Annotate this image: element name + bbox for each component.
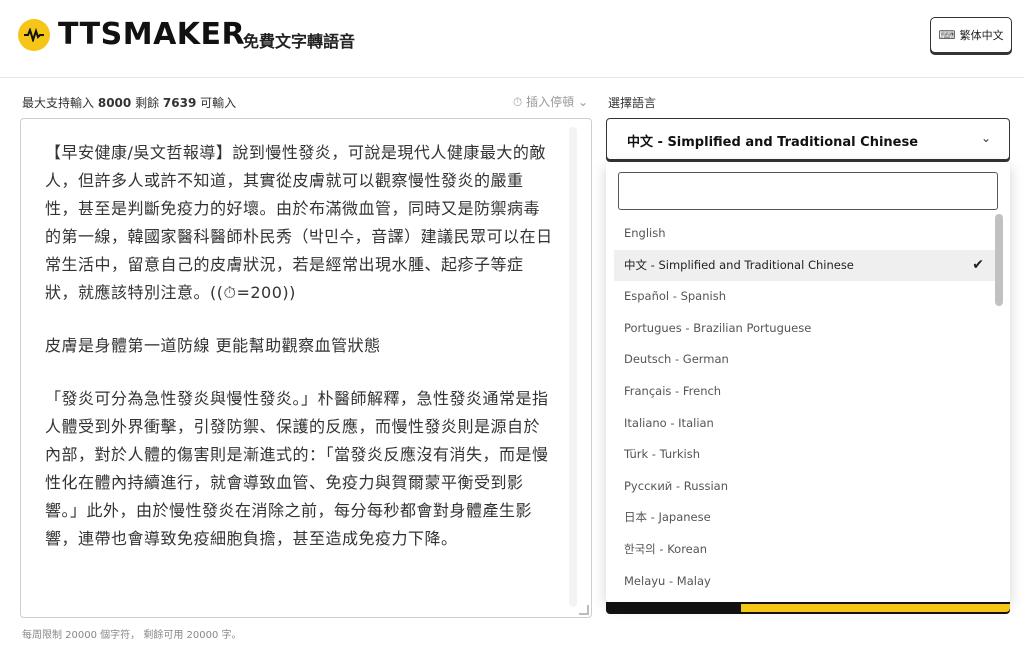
voice-panel-edge — [606, 602, 1010, 614]
accent-strip — [741, 604, 1010, 612]
ui-language-button[interactable]: ⌨ 繁体中文 — [930, 17, 1012, 53]
language-option[interactable]: Français - French — [614, 376, 996, 408]
language-option[interactable]: Deutsch - German — [614, 344, 996, 376]
language-option-label: Italiano - Italian — [624, 415, 714, 430]
ui-language-label: 繁体中文 — [959, 29, 1004, 42]
text-paragraph: 【早安健康/吳文哲報導】說到慢性發炎，可說是現代人健康最大的敵人，但許多人或許不… — [45, 143, 553, 302]
chevron-down-icon: ⌄ — [577, 95, 588, 109]
limit-max: 8000 — [97, 96, 132, 110]
language-option-label: 한국의 - Korean — [624, 541, 708, 556]
language-option[interactable]: 日本 - Japanese — [614, 502, 996, 534]
language-option[interactable]: Portugues - Brazilian Portuguese — [614, 313, 996, 345]
text-scrollbar[interactable] — [569, 127, 577, 607]
language-search-input[interactable] — [618, 172, 998, 210]
language-option[interactable]: Melayu - Malay — [614, 566, 996, 598]
language-option-label: Portugues - Brazilian Portuguese — [624, 320, 812, 335]
app-header: TTSMAKER 免費文字轉語音 ⌨ 繁体中文 — [0, 0, 1024, 78]
limit-prefix: 最大支持輸入 — [22, 96, 95, 110]
language-option[interactable]: Türk - Turkish — [614, 439, 996, 471]
text-paragraph: 皮膚是身體第一道防線 更能幫助觀察血管狀態 — [45, 336, 381, 355]
language-option-label: Deutsch - German — [624, 352, 729, 367]
char-limit-text: 最大支持輸入 8000 剩餘 7639 可輸入 — [22, 94, 236, 111]
language-option[interactable]: English — [614, 218, 996, 250]
language-option-selected[interactable]: 中文 - Simplified and Traditional Chinese ✔ — [614, 249, 996, 282]
text-input-area[interactable]: 【早安健康/吳文哲報導】說到慢性發炎，可說是現代人健康最大的敵人，但許多人或許不… — [20, 118, 592, 618]
language-option-label: 日本 - Japanese — [624, 510, 711, 525]
selected-language: 中文 - Simplified and Traditional Chinese — [627, 135, 919, 150]
language-option-label: Türk - Turkish — [624, 447, 701, 462]
text-paragraph: 「發炎可分為急性發炎與慢性發炎。」朴醫師解釋，急性發炎通常是指人體受到外界衝擊，… — [45, 389, 549, 548]
editor-info-row: 最大支持輸入 8000 剩餘 7639 可輸入 ⏱ 插入停頓 ⌄ — [22, 92, 590, 112]
language-label: 選擇語言 — [608, 96, 657, 110]
logo-text: TTSMAKER — [58, 17, 246, 52]
dropdown-scrollbar[interactable] — [994, 212, 1004, 602]
language-option-label: Melayu - Malay — [624, 573, 711, 588]
checkmark-icon: ✔ — [972, 256, 984, 273]
language-option-label: Русский - Russian — [624, 478, 729, 493]
resize-handle[interactable] — [579, 605, 589, 615]
language-option-label: 中文 - Simplified and Traditional Chinese — [624, 257, 854, 272]
logo[interactable]: TTSMAKER — [18, 18, 245, 52]
language-select[interactable]: 中文 - Simplified and Traditional Chinese … — [606, 118, 1010, 160]
language-options-list: English 中文 - Simplified and Traditional … — [614, 218, 996, 597]
language-option[interactable]: 한국의 - Korean — [614, 534, 996, 566]
limit-remaining: 7639 — [162, 96, 197, 110]
chevron-down-icon: ⌄ — [980, 131, 991, 145]
translate-icon: ⌨ — [938, 28, 956, 42]
language-option[interactable]: Español - Spanish — [614, 281, 996, 313]
insert-pause-label: 插入停頓 — [526, 95, 575, 109]
text-content[interactable]: 【早安健康/吳文哲報導】說到慢性發炎，可說是現代人健康最大的敵人，但許多人或許不… — [45, 139, 555, 578]
language-option-label: English — [624, 226, 666, 240]
timer-icon: ⏱ — [512, 95, 523, 109]
limit-suffix: 可輸入 — [200, 96, 237, 110]
site-tagline: 免費文字轉語音 — [243, 32, 356, 51]
limit-mid: 剩餘 — [135, 96, 160, 110]
dropdown-scroll-thumb[interactable] — [995, 214, 1003, 306]
waveform-logo-icon — [18, 19, 50, 51]
language-dropdown: English 中文 - Simplified and Traditional … — [606, 162, 1010, 602]
language-option[interactable]: Italiano - Italian — [614, 408, 996, 440]
language-option-label: Français - French — [624, 383, 722, 398]
insert-pause-button[interactable]: ⏱ 插入停頓 ⌄ — [513, 93, 588, 110]
language-option[interactable]: Русский - Russian — [614, 471, 996, 503]
weekly-limit-note: 每周限制 20000 個字符， 剩餘可用 20000 字。 — [22, 630, 242, 641]
language-option-label: Español - Spanish — [624, 289, 726, 304]
